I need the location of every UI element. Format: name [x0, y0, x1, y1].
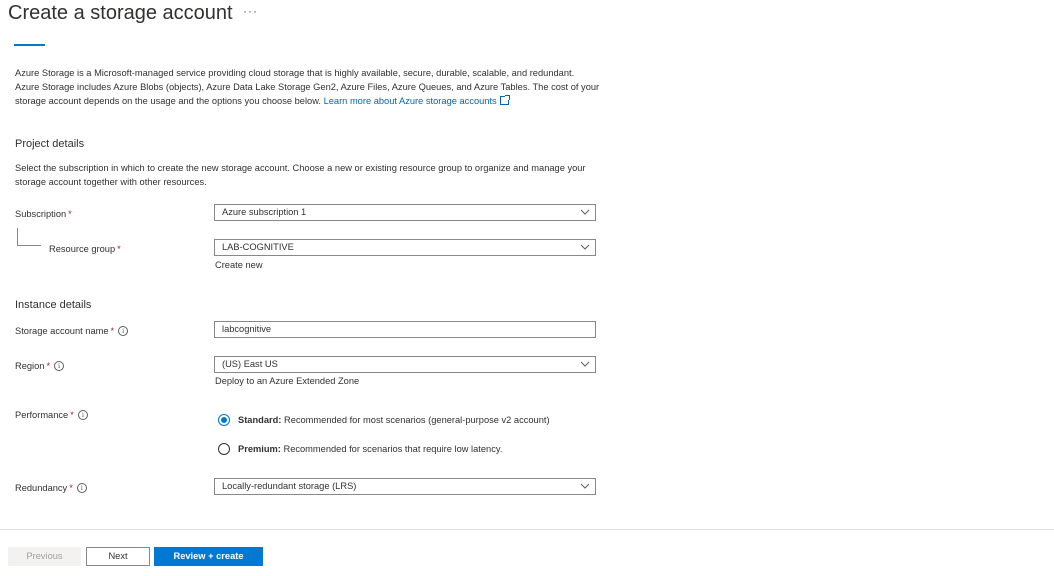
extended-zone-link[interactable]: Deploy to an Azure Extended Zone — [215, 376, 359, 386]
info-icon[interactable]: i — [76, 482, 87, 493]
next-button[interactable]: Next — [86, 547, 150, 566]
redundancy-value: Locally-redundant storage (LRS) — [222, 481, 357, 491]
previous-button[interactable]: Previous — [8, 547, 81, 566]
resource-group-value: LAB-COGNITIVE — [222, 242, 294, 252]
subscription-value: Azure subscription 1 — [222, 207, 307, 217]
redundancy-label: Redundancy * i — [15, 482, 87, 494]
chevron-down-icon — [580, 209, 590, 215]
storage-account-name-input[interactable]: labcognitive — [214, 321, 596, 338]
resource-group-label: Resource group * — [49, 244, 121, 254]
region-dropdown[interactable]: (US) East US — [214, 356, 596, 373]
required-marker: * — [46, 361, 51, 371]
subscription-dropdown[interactable]: Azure subscription 1 — [214, 204, 596, 221]
create-new-link[interactable]: Create new — [215, 260, 263, 270]
performance-standard-radio[interactable] — [218, 414, 230, 426]
required-marker: * — [110, 326, 115, 336]
resource-group-dropdown[interactable]: LAB-COGNITIVE — [214, 239, 596, 256]
chevron-down-icon — [580, 361, 590, 367]
info-icon[interactable]: i — [54, 360, 65, 371]
page-title: Create a storage account — [8, 2, 233, 24]
performance-label: Performance * i — [15, 409, 88, 421]
required-marker: * — [117, 244, 121, 254]
project-details-heading: Project details — [15, 138, 85, 150]
chevron-down-icon — [580, 483, 590, 489]
info-icon[interactable]: i — [77, 409, 88, 420]
instance-details-heading: Instance details — [15, 299, 92, 311]
more-options-icon[interactable]: ··· — [243, 4, 258, 18]
storage-account-name-value: labcognitive — [222, 324, 272, 334]
intro-paragraph: Azure Storage is a Microsoft-managed ser… — [15, 66, 600, 108]
performance-premium-label[interactable]: Premium: Recommended for scenarios that … — [238, 444, 502, 454]
external-link-icon — [499, 95, 510, 105]
intro-text: Azure Storage is a Microsoft-managed ser… — [15, 68, 600, 106]
info-icon[interactable]: i — [118, 325, 129, 336]
region-label: Region * i — [15, 360, 65, 372]
performance-standard-label[interactable]: Standard: Recommended for most scenarios… — [238, 415, 550, 425]
region-value: (US) East US — [222, 359, 278, 369]
subscription-label: Subscription * — [15, 209, 72, 219]
project-details-description: Select the subscription in which to crea… — [15, 163, 586, 187]
redundancy-dropdown[interactable]: Locally-redundant storage (LRS) — [214, 478, 596, 495]
active-tab-indicator — [14, 44, 45, 46]
chevron-down-icon — [580, 244, 590, 250]
learn-more-link[interactable]: Learn more about Azure storage accounts — [324, 96, 497, 106]
hierarchy-connector — [17, 228, 41, 246]
storage-account-name-label: Storage account name * i — [15, 325, 129, 337]
performance-premium-radio[interactable] — [218, 443, 230, 455]
required-marker: * — [69, 483, 73, 493]
footer-divider — [0, 529, 1054, 530]
review-create-button[interactable]: Review + create — [154, 547, 263, 566]
required-marker: * — [70, 410, 74, 420]
required-marker: * — [68, 209, 72, 219]
